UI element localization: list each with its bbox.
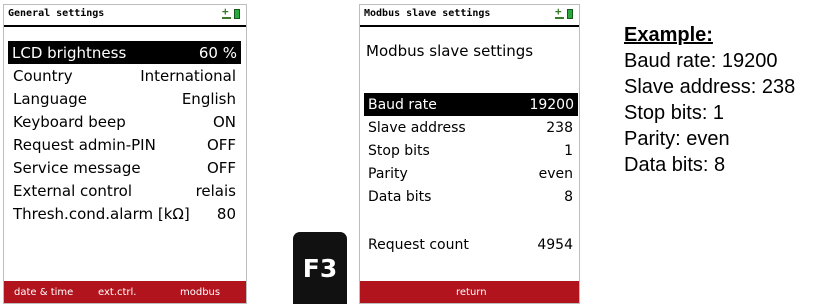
menu-row-request-admin-pin[interactable]: Request admin-PIN OFF: [9, 133, 240, 156]
menu-row-language[interactable]: Language English: [9, 87, 240, 110]
row-value: English: [181, 89, 236, 108]
menu-row-stop-bits[interactable]: Stop bits 1: [364, 139, 577, 162]
screen-title: General settings: [8, 8, 105, 19]
battery-icon: [234, 8, 240, 19]
row-value: 19200: [529, 96, 574, 113]
row-value: relais: [195, 181, 236, 200]
menu-row-country[interactable]: Country International: [9, 64, 240, 87]
status-icons: [222, 5, 240, 19]
row-label: Country: [13, 66, 73, 85]
row-label: Baud rate: [368, 96, 437, 113]
row-label: Thresh.cond.alarm [kΩ]: [13, 204, 190, 223]
menu-row-baud-rate[interactable]: Baud rate 19200: [364, 93, 578, 116]
row-label: Request admin-PIN: [13, 135, 156, 154]
example-panel: Example: Baud rate: 19200 Slave address:…: [624, 22, 795, 178]
row-label: Parity: [368, 165, 408, 182]
row-label: Language: [13, 89, 88, 108]
menu-row-keyboard-beep[interactable]: Keyboard beep ON: [9, 110, 240, 133]
softkey-modbus[interactable]: modbus: [180, 287, 220, 298]
example-line-parity: Parity: even: [624, 128, 730, 150]
title-bar: Modbus slave settings: [360, 5, 579, 27]
menu-row-slave-address[interactable]: Slave address 238: [364, 116, 577, 139]
plus-minus-icon: [555, 5, 564, 19]
screen-title: Modbus slave settings: [364, 8, 491, 19]
example-line-stop-bits: Stop bits: 1: [624, 102, 725, 124]
row-value: 60 %: [198, 43, 237, 62]
row-label: Keyboard beep: [13, 112, 126, 131]
menu-row-parity[interactable]: Parity even: [364, 162, 577, 185]
row-label: Service message: [13, 158, 141, 177]
row-value: International: [140, 66, 236, 85]
title-bar: General settings: [4, 5, 246, 27]
f3-key-label: F3: [302, 253, 338, 283]
menu-row-service-message[interactable]: Service message OFF: [9, 156, 240, 179]
example-line-data-bits: Data bits: 8: [624, 154, 726, 176]
plus-minus-icon: [222, 5, 231, 19]
softkey-date-time[interactable]: date & time: [14, 287, 73, 298]
menu-row-lcd-brightness[interactable]: LCD brightness 60 %: [8, 41, 241, 64]
screen-heading: Modbus slave settings: [366, 42, 534, 60]
example-line-baud-rate: Baud rate: 19200: [624, 50, 778, 72]
row-value: OFF: [206, 158, 236, 177]
modbus-slave-settings-screen: Modbus slave settings Modbus slave setti…: [359, 4, 580, 304]
row-label: Slave address: [368, 119, 466, 136]
f3-key[interactable]: F3: [293, 232, 347, 304]
row-value: 80: [216, 204, 236, 223]
row-value: OFF: [206, 135, 236, 154]
example-title: Example:: [624, 24, 713, 46]
row-label: Stop bits: [368, 142, 430, 159]
row-label: Data bits: [368, 188, 432, 205]
row-label: Request count: [368, 236, 469, 253]
menu-row-data-bits[interactable]: Data bits 8: [364, 185, 577, 208]
menu-row-thresh-cond-alarm[interactable]: Thresh.cond.alarm [kΩ] 80: [9, 202, 240, 225]
row-value: 238: [546, 119, 573, 136]
status-icons: [555, 5, 573, 19]
row-label: LCD brightness: [12, 43, 127, 62]
row-value: 8: [564, 188, 573, 205]
battery-icon: [567, 8, 573, 19]
row-value: ON: [212, 112, 236, 131]
softkey-bar: return: [360, 281, 579, 303]
row-value: 1: [564, 142, 573, 159]
row-label: External control: [13, 181, 132, 200]
example-line-slave-address: Slave address: 238: [624, 76, 796, 98]
row-value: even: [538, 165, 573, 182]
request-count-row: Request count 4954: [364, 233, 577, 256]
menu-row-external-control[interactable]: External control relais: [9, 179, 240, 202]
row-value: 4954: [537, 236, 573, 253]
softkey-bar: date & time ext.ctrl. modbus: [4, 281, 246, 303]
softkey-return[interactable]: return: [456, 287, 487, 298]
softkey-ext-ctrl[interactable]: ext.ctrl.: [98, 287, 136, 298]
general-settings-screen: General settings LCD brightness 60 % Cou…: [3, 4, 247, 304]
